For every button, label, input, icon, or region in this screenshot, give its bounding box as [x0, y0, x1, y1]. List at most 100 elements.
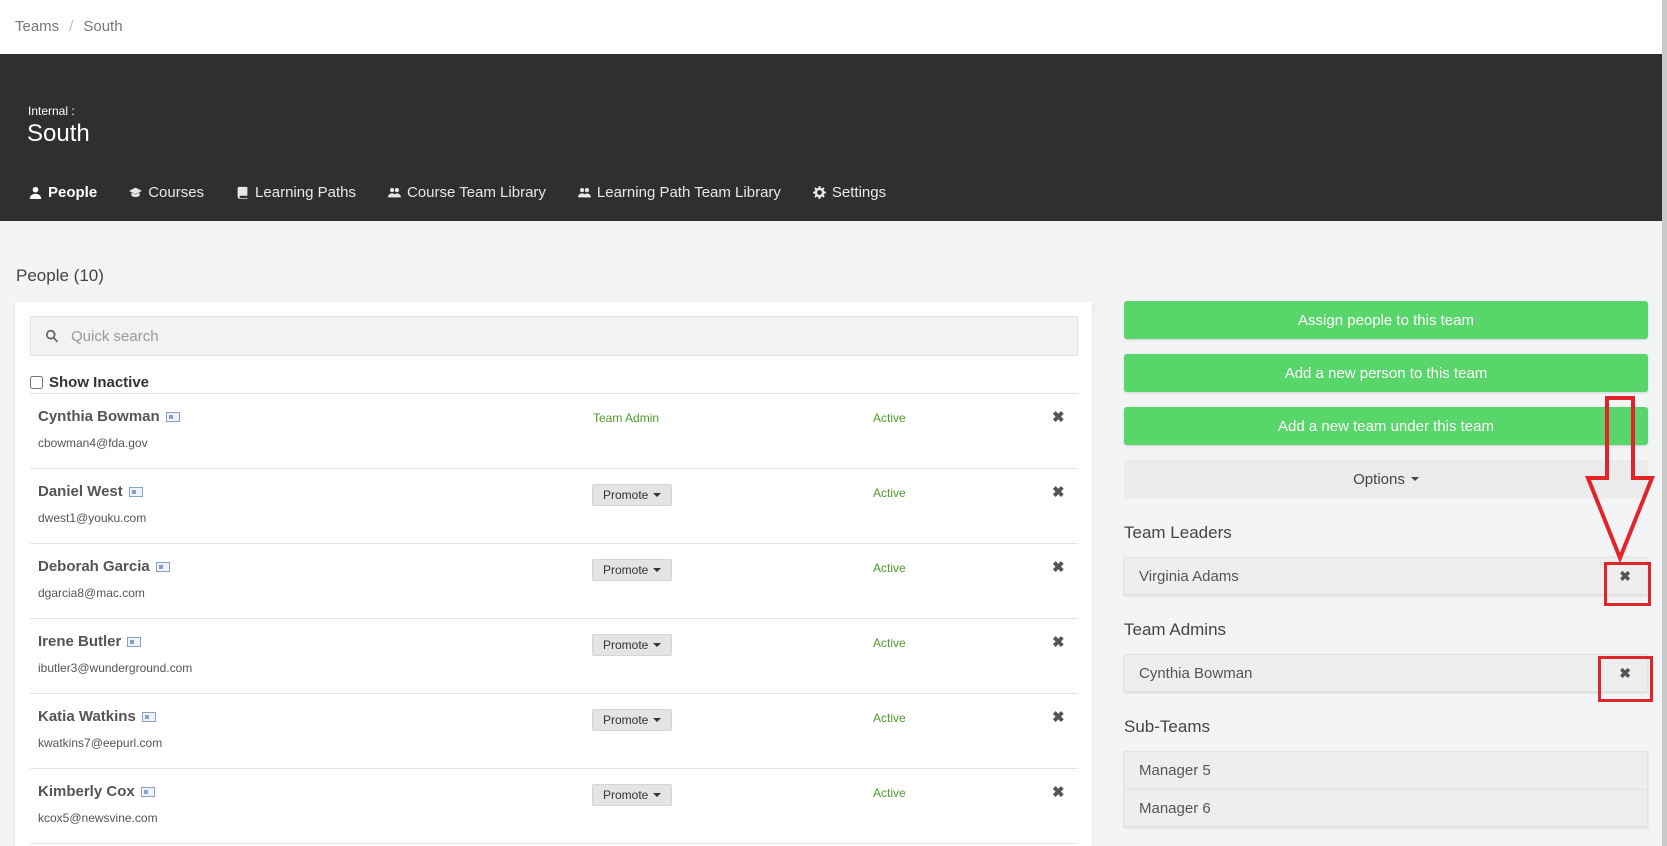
person-name[interactable]: Kimberly Cox: [38, 783, 155, 800]
show-inactive-checkbox[interactable]: [30, 376, 43, 389]
caret-down-icon: [653, 643, 662, 647]
people-panel: Show Inactive Cynthia Bowman cbowman4@fd…: [15, 302, 1092, 846]
people-count-heading: People (10): [16, 266, 104, 285]
search-box: [30, 316, 1078, 356]
user-icon: [29, 186, 42, 199]
tab-label: People: [48, 184, 98, 201]
gear-icon: [812, 186, 826, 199]
person-email: dgarcia8@mac.com: [38, 586, 145, 600]
person-email: cbowman4@fda.gov: [38, 436, 148, 450]
breadcrumb: Teams / South: [0, 0, 1667, 54]
team-type-label: Internal :: [28, 104, 75, 118]
tab-label: Learning Path Team Library: [596, 184, 781, 201]
tab-learning-path-team-library[interactable]: Learning Path Team Library: [577, 184, 781, 201]
status-badge: Active: [873, 561, 906, 575]
annotation-highlight-box: [1598, 656, 1653, 702]
status-badge: Active: [873, 636, 906, 650]
person-row: Daniel West dwest1@youku.com Promote Act…: [30, 469, 1078, 544]
tab-people[interactable]: People: [29, 184, 97, 201]
person-name[interactable]: Katia Watkins: [38, 708, 156, 725]
show-inactive-label: Show Inactive: [49, 374, 150, 391]
search-icon: [46, 329, 59, 343]
person-row: Cynthia Bowman cbowman4@fda.gov Team Adm…: [30, 394, 1078, 469]
users-icon: [577, 188, 591, 198]
team-leader-name: Virginia Adams: [1139, 567, 1239, 585]
add-person-button[interactable]: Add a new person to this team: [1124, 354, 1648, 392]
team-leader-item: Virginia Adams ✖: [1124, 557, 1648, 595]
book-icon: [237, 186, 248, 199]
breadcrumb-separator: /: [69, 18, 74, 35]
id-card-icon: [127, 636, 142, 647]
promote-dropdown-button[interactable]: Promote: [592, 634, 673, 656]
team-header: Internal : South People Courses Learning…: [0, 54, 1662, 221]
promote-dropdown-button[interactable]: Promote: [592, 484, 673, 506]
remove-person-icon[interactable]: ✖: [1052, 708, 1065, 726]
caret-down-icon: [653, 793, 662, 797]
role-label: Team Admin: [593, 411, 660, 425]
caret-down-icon: [653, 718, 662, 722]
id-card-icon: [155, 561, 170, 572]
id-card-icon: [128, 486, 143, 497]
person-row: Kimberly Cox kcox5@newsvine.com Promote …: [30, 769, 1078, 844]
id-card-icon: [140, 786, 155, 797]
person-email: kwatkins7@eepurl.com: [38, 736, 163, 750]
person-email: ibutler3@wunderground.com: [38, 661, 193, 675]
sub-teams-heading: Sub-Teams: [1124, 717, 1210, 736]
page-title: South: [27, 120, 90, 147]
status-badge: Active: [873, 486, 906, 500]
team-sidebar: Assign people to this team Add a new per…: [1124, 301, 1648, 827]
caret-down-icon: [653, 568, 662, 572]
team-leaders-heading: Team Leaders: [1124, 523, 1232, 542]
id-card-icon: [165, 411, 180, 422]
person-name[interactable]: Daniel West: [38, 483, 143, 500]
show-inactive-toggle[interactable]: Show Inactive: [30, 374, 149, 391]
people-list: Cynthia Bowman cbowman4@fda.gov Team Adm…: [30, 393, 1078, 844]
tab-label: Learning Paths: [255, 184, 356, 201]
users-icon: [387, 188, 401, 198]
person-row: Katia Watkins kwatkins7@eepurl.com Promo…: [30, 694, 1078, 769]
graduation-cap-icon: [129, 187, 143, 197]
person-row: Deborah Garcia dgarcia8@mac.com Promote …: [30, 544, 1078, 619]
remove-person-icon[interactable]: ✖: [1052, 633, 1065, 651]
status-badge: Active: [873, 711, 906, 725]
tab-label: Settings: [831, 184, 887, 201]
add-team-button[interactable]: Add a new team under this team: [1124, 407, 1648, 445]
quick-search-input[interactable]: [71, 327, 971, 345]
sub-teams-list: Manager 5 Manager 6: [1124, 751, 1648, 827]
annotation-highlight-box: [1604, 562, 1651, 606]
remove-person-icon[interactable]: ✖: [1052, 783, 1065, 801]
tab-course-team-library[interactable]: Course Team Library: [387, 184, 546, 201]
remove-person-icon[interactable]: ✖: [1052, 558, 1065, 576]
breadcrumb-teams-link[interactable]: Teams: [15, 18, 59, 35]
person-name[interactable]: Irene Butler: [38, 633, 142, 650]
caret-down-icon: [653, 493, 662, 497]
page-scrollbar[interactable]: [1662, 0, 1667, 846]
status-badge: Active: [873, 411, 906, 425]
person-name[interactable]: Deborah Garcia: [38, 558, 170, 575]
tab-label: Course Team Library: [406, 184, 546, 201]
id-card-icon: [141, 711, 156, 722]
annotation-arrow: [1585, 396, 1655, 564]
tab-learning-paths[interactable]: Learning Paths: [236, 184, 356, 201]
sub-team-item[interactable]: Manager 5: [1124, 751, 1648, 789]
tab-bar: People Courses Learning Paths Course Tea…: [29, 184, 886, 201]
remove-person-icon[interactable]: ✖: [1052, 408, 1065, 426]
breadcrumb-current: South: [83, 18, 123, 35]
team-admins-heading: Team Admins: [1124, 620, 1227, 639]
tab-settings[interactable]: Settings: [812, 184, 887, 201]
caret-down-icon: [1410, 477, 1419, 481]
person-row: Irene Butler ibutler3@wunderground.com P…: [30, 619, 1078, 694]
team-admin-item: Cynthia Bowman ✖: [1124, 654, 1648, 692]
promote-dropdown-button[interactable]: Promote: [592, 709, 673, 731]
tab-courses[interactable]: Courses: [129, 184, 204, 201]
person-name[interactable]: Cynthia Bowman: [38, 408, 180, 425]
status-badge: Active: [873, 786, 906, 800]
team-admin-name: Cynthia Bowman: [1139, 664, 1253, 682]
options-dropdown-button[interactable]: Options: [1124, 460, 1648, 498]
promote-dropdown-button[interactable]: Promote: [592, 784, 673, 806]
person-email: kcox5@newsvine.com: [38, 811, 158, 825]
promote-dropdown-button[interactable]: Promote: [592, 559, 673, 581]
assign-people-button[interactable]: Assign people to this team: [1124, 301, 1648, 339]
sub-team-item[interactable]: Manager 6: [1124, 789, 1648, 827]
remove-person-icon[interactable]: ✖: [1052, 483, 1065, 501]
